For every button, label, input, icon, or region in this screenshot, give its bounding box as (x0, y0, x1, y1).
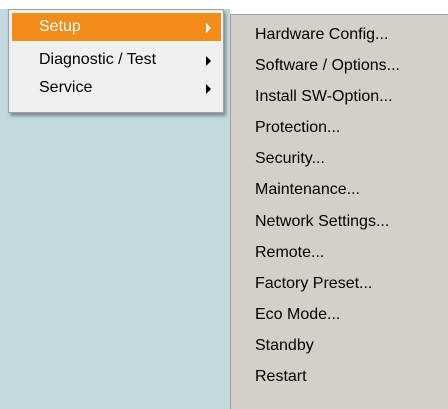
menu-item-setup[interactable]: Setup (12, 13, 221, 41)
menu-item-label: Service (39, 79, 93, 96)
submenu-item-eco-mode[interactable]: Eco Mode... (231, 301, 448, 329)
submenu-item-label: Remote... (255, 244, 325, 261)
submenu-item-factory-preset[interactable]: Factory Preset... (231, 270, 448, 298)
submenu-item-label: Maintenance... (255, 181, 360, 198)
submenu-item-hardware-config[interactable]: Hardware Config... (231, 21, 448, 49)
setup-submenu: Hardware Config... Software / Options...… (230, 14, 448, 409)
submenu-item-protection[interactable]: Protection... (231, 114, 448, 142)
submenu-item-label: Network Settings... (255, 213, 390, 230)
submenu-item-standby[interactable]: Standby (231, 332, 448, 360)
submenu-item-label: Factory Preset... (255, 275, 373, 292)
menu-item-service[interactable]: Service (12, 74, 221, 102)
submenu-item-remote[interactable]: Remote... (231, 239, 448, 267)
chevron-right-icon (206, 23, 211, 33)
submenu-item-label: Restart (255, 368, 307, 385)
menu-item-label: Setup (39, 18, 81, 35)
menu-item-label: Diagnostic / Test (39, 51, 157, 68)
submenu-item-label: Software / Options... (255, 57, 400, 74)
screen: Setup Diagnostic / Test Service Hardware… (0, 0, 448, 409)
chevron-right-icon (206, 56, 211, 66)
submenu-item-label: Install SW-Option... (255, 88, 393, 105)
submenu-item-software-options[interactable]: Software / Options... (231, 52, 448, 80)
submenu-item-label: Standby (255, 337, 314, 354)
context-menu: Setup Diagnostic / Test Service (8, 9, 224, 113)
submenu-item-security[interactable]: Security... (231, 145, 448, 173)
chevron-right-icon (206, 84, 211, 94)
submenu-item-install-sw-option[interactable]: Install SW-Option... (231, 83, 448, 111)
submenu-item-restart[interactable]: Restart (231, 363, 448, 391)
submenu-item-label: Eco Mode... (255, 306, 341, 323)
submenu-item-label: Protection... (255, 119, 341, 136)
submenu-item-network-settings[interactable]: Network Settings... (231, 208, 448, 236)
submenu-item-maintenance[interactable]: Maintenance... (231, 176, 448, 204)
submenu-item-label: Hardware Config... (255, 26, 389, 43)
submenu-item-label: Security... (255, 150, 325, 167)
menu-item-diagnostic-test[interactable]: Diagnostic / Test (12, 46, 221, 74)
top-strip (0, 0, 230, 9)
